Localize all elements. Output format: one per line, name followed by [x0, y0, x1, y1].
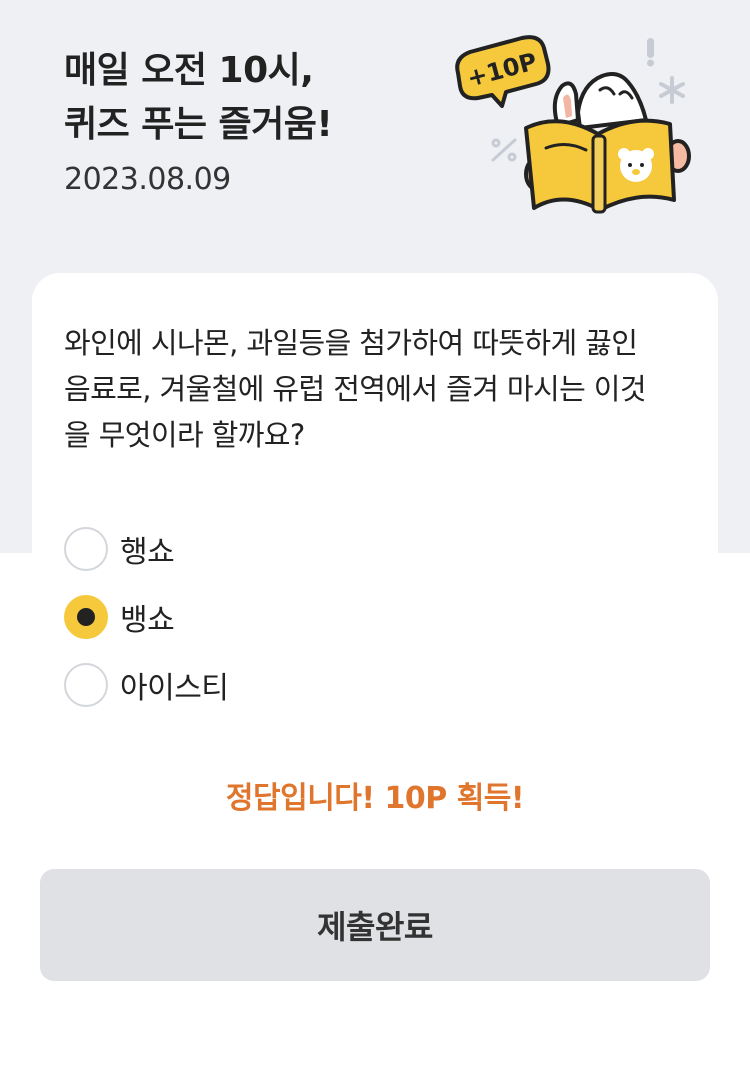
answer-option-1[interactable]: 행쇼: [64, 525, 175, 573]
quiz-question: 와인에 시나몬, 과일등을 첨가하여 따뜻하게 끓인 음료로, 겨울철에 유럽 …: [64, 320, 694, 458]
radio-button-unselected[interactable]: [64, 527, 108, 571]
answer-option-label: 뱅쇼: [120, 603, 175, 638]
sparkle-icon: [659, 76, 685, 104]
radio-dot-icon: [77, 608, 95, 626]
title-line-2: 퀴즈 푸는 즐거움!: [64, 104, 333, 145]
radio-button-unselected[interactable]: [64, 663, 108, 707]
book-icon: [524, 118, 676, 214]
submit-button[interactable]: 제출완료: [40, 869, 710, 981]
title-line-1: 매일 오전 10시,: [64, 50, 314, 91]
rabbit-reading-book-illustration: +10P: [455, 35, 691, 214]
question-line-3: 을 무엇이라 할까요?: [64, 418, 305, 452]
exclamation-mark-icon: [647, 38, 654, 67]
question-line-1: 와인에 시나몬, 과일등을 첨가하여 따뜻하게 끓인: [64, 326, 638, 360]
quiz-page: 매일 오전 10시, 퀴즈 푸는 즐거움! 2023.08.09 +10P 와인…: [0, 0, 750, 1070]
page-title: 매일 오전 10시, 퀴즈 푸는 즐거움!: [64, 44, 333, 152]
answer-option-3[interactable]: 아이스티: [64, 661, 229, 709]
result-message: 정답입니다! 10P 획득!: [225, 781, 525, 816]
points-badge-icon: +10P: [455, 35, 551, 108]
percent-icon: [491, 138, 517, 162]
quiz-date: 2023.08.09: [64, 162, 231, 197]
answer-option-label: 아이스티: [120, 671, 229, 706]
radio-button-selected[interactable]: [64, 595, 108, 639]
answer-option-label: 행쇼: [120, 535, 175, 570]
question-line-2: 음료로, 겨울철에 유럽 전역에서 즐겨 마시는 이것: [64, 372, 647, 406]
answer-option-2[interactable]: 뱅쇼: [64, 593, 175, 641]
